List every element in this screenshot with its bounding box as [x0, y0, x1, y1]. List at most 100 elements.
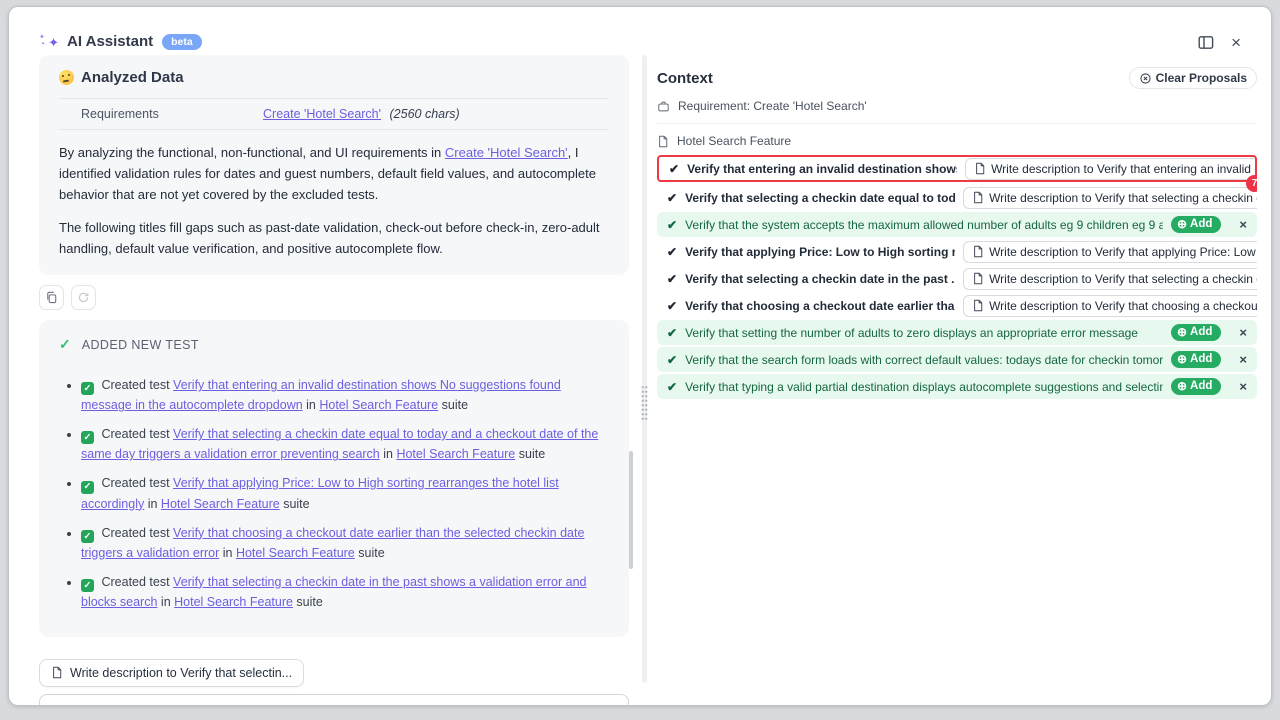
proposal-title: Verify that choosing a checkout date ear…	[685, 299, 955, 313]
clear-proposals-button[interactable]: Clear Proposals	[1129, 67, 1257, 89]
plus-circle-icon: ⊕	[1177, 380, 1187, 392]
write-description-chip[interactable]: Write description to Verify that selecti…	[963, 187, 1257, 209]
write-description-label: Write description to Verify that enterin…	[991, 162, 1257, 176]
proposal-title: Verify that the system accepts the maxim…	[685, 218, 1163, 232]
write-description-label: Write description to Verify that selecti…	[989, 272, 1257, 286]
suite-link[interactable]: Hotel Search Feature	[319, 398, 438, 412]
write-description-draft-chip[interactable]: Write description to Verify that selecti…	[39, 659, 304, 687]
document-icon	[972, 245, 984, 258]
added-new-test-title: ADDED NEW TEST	[82, 338, 199, 352]
add-proposal-button[interactable]: ⊕Add	[1171, 351, 1221, 368]
regenerate-button[interactable]	[71, 285, 96, 310]
left-panel-scrollbar[interactable]	[629, 451, 633, 569]
proposal-row: ✔ Verify that setting the number of adult…	[657, 320, 1257, 345]
suite-link[interactable]: Hotel Search Feature	[174, 595, 293, 609]
dismiss-proposal-button[interactable]: ×	[1235, 352, 1251, 367]
write-description-chip[interactable]: Write description to Verify that selecti…	[963, 268, 1257, 290]
document-icon	[974, 162, 986, 175]
proposal-row: ✔ Verify that choosing a checkout date ea…	[657, 293, 1257, 318]
follow-up-input[interactable]	[39, 694, 629, 706]
add-label: Add	[1190, 353, 1212, 365]
dismiss-proposal-button[interactable]: ×	[1235, 379, 1251, 394]
analyzed-data-heading: Analyzed Data	[59, 69, 609, 86]
requirement-link[interactable]: Create 'Hotel Search'	[263, 107, 381, 121]
add-label: Add	[1190, 218, 1212, 230]
created-check-icon: ✓	[81, 579, 94, 592]
context-panel: Context Clear Proposals Requirement: Cre…	[657, 55, 1257, 697]
context-feature-row: Hotel Search Feature	[657, 134, 1257, 148]
requirements-row: Requirements Create 'Hotel Search' (2560…	[59, 98, 609, 130]
proposal-title: Verify that typing a valid partial desti…	[685, 380, 1163, 394]
document-icon	[972, 299, 984, 312]
proposal-check-icon: ✔	[667, 218, 677, 232]
proposal-title: Verify that selecting a checkin date equ…	[685, 191, 955, 205]
created-test-item: ✓ Created test Verify that selecting a c…	[81, 572, 609, 612]
document-icon	[972, 191, 984, 204]
context-header: Context Clear Proposals	[657, 67, 1257, 89]
dismiss-proposal-button[interactable]: ×	[1235, 325, 1251, 340]
document-icon	[657, 135, 669, 148]
dialog-header: ✦ ✦ ✦ AI Assistant beta	[41, 33, 202, 50]
briefcase-icon	[657, 100, 670, 113]
write-description-chip[interactable]: Write description to Verify that applyin…	[963, 241, 1257, 263]
write-description-label: Write description to Verify that applyin…	[989, 245, 1257, 259]
copy-icon	[45, 291, 58, 304]
circle-x-icon	[1139, 72, 1152, 85]
proposal-list: ✔ Verify that entering an invalid destina…	[657, 155, 1257, 399]
header-actions: ×	[1198, 35, 1241, 50]
proposal-check-icon: ✔	[667, 299, 677, 313]
dismiss-proposal-button[interactable]: ×	[1235, 217, 1251, 232]
divider-drag-handle[interactable]	[641, 385, 648, 421]
document-icon	[51, 666, 63, 679]
proposal-title: Verify that entering an invalid destinat…	[687, 162, 957, 176]
assistant-response-panel: Analyzed Data Requirements Create 'Hotel…	[39, 55, 629, 706]
beta-badge: beta	[162, 34, 202, 50]
suite-link[interactable]: Hotel Search Feature	[161, 497, 280, 511]
refresh-icon	[77, 291, 90, 304]
proposal-row: ✔ Verify that selecting a checkin date eq…	[657, 185, 1257, 210]
analysis-paragraph-2: The following titles fill gaps such as p…	[59, 217, 609, 259]
write-description-chip[interactable]: Write description to Verify that choosin…	[963, 295, 1257, 317]
add-proposal-button[interactable]: ⊕Add	[1171, 216, 1221, 233]
suite-link[interactable]: Hotel Search Feature	[236, 546, 355, 560]
requirement-inline-link[interactable]: Create 'Hotel Search'	[445, 145, 568, 160]
proposal-title: Verify that selecting a checkin date in …	[685, 272, 955, 286]
proposal-title: Verify that the search form loads with c…	[685, 353, 1163, 367]
proposal-title: Verify that applying Price: Low to High …	[685, 245, 955, 259]
proposal-check-icon: ✔	[667, 245, 677, 259]
suite-link[interactable]: Hotel Search Feature	[396, 447, 515, 461]
thinking-emoji-icon	[59, 70, 74, 85]
write-description-label: Write description to Verify that selecti…	[989, 191, 1257, 205]
requirements-value: Create 'Hotel Search' (2560 chars)	[263, 107, 460, 121]
created-test-link[interactable]: Verify that selecting a checkin date in …	[81, 575, 586, 609]
created-test-item: ✓ Created test Verify that applying Pric…	[81, 473, 609, 513]
clear-proposals-label: Clear Proposals	[1156, 71, 1247, 85]
proposal-check-icon: ✔	[667, 191, 677, 205]
sparkles-icon: ✦ ✦ ✦	[41, 33, 58, 50]
created-test-link[interactable]: Verify that selecting a checkin date equ…	[81, 427, 598, 461]
requirements-label: Requirements	[81, 107, 263, 121]
proposal-count-badge: 7	[1246, 175, 1257, 192]
proposal-check-icon: ✔	[667, 326, 677, 340]
add-proposal-button[interactable]: ⊕Add	[1171, 324, 1221, 341]
analyzed-data-title: Analyzed Data	[81, 69, 184, 86]
panel-layout-button[interactable]	[1198, 35, 1214, 50]
created-check-icon: ✓	[81, 431, 94, 444]
created-tests-list: ✓ Created test Verify that entering an i…	[59, 375, 609, 611]
proposal-row: ✔Verify that selecting a checkin date in…	[657, 266, 1257, 291]
write-description-label: Write description to Verify that choosin…	[989, 299, 1257, 313]
panel-layout-icon	[1198, 35, 1214, 50]
paragraph-text: By analyzing the functional, non-functio…	[59, 145, 445, 160]
write-description-chip[interactable]: Write description to Verify that enterin…	[965, 158, 1257, 180]
document-icon	[972, 272, 984, 285]
created-test-link[interactable]: Verify that applying Price: Low to High …	[81, 476, 559, 510]
close-dialog-button[interactable]: ×	[1231, 36, 1241, 50]
copy-button[interactable]	[39, 285, 64, 310]
draft-chip-label: Write description to Verify that selecti…	[70, 666, 292, 680]
added-new-test-card: ✓ ADDED NEW TEST ✓ Created test Verify t…	[39, 320, 629, 636]
proposal-row: ✔Verify that typing a valid partial dest…	[657, 374, 1257, 399]
proposal-title: Verify that setting the number of adults…	[685, 326, 1163, 340]
add-proposal-button[interactable]: ⊕Add	[1171, 378, 1221, 395]
created-check-icon: ✓	[81, 382, 94, 395]
proposal-check-icon: ✔	[669, 162, 679, 176]
